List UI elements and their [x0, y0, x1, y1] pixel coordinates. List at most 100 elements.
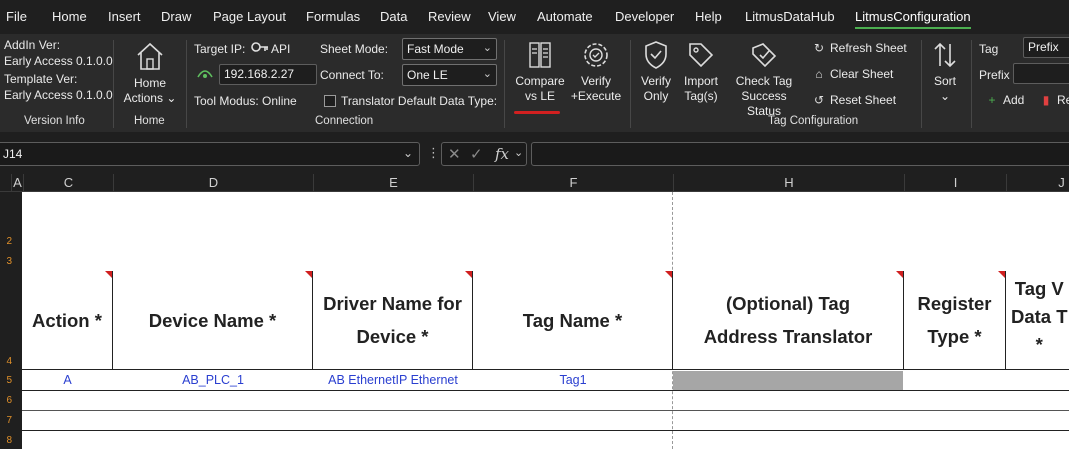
cell-driver-name[interactable]: AB EthernetIP Ethernet	[313, 371, 473, 390]
menu-view[interactable]: View	[488, 9, 516, 24]
template-version-value: Early Access 0.1.0.0	[4, 88, 113, 102]
row-number[interactable]: 6	[6, 395, 12, 406]
menu-review[interactable]: Review	[428, 9, 471, 24]
formula-input[interactable]	[531, 142, 1069, 166]
connect-to-dropdown[interactable]: One LE ⌄	[402, 64, 497, 86]
more-options-icon[interactable]: ⋮	[427, 145, 440, 161]
cell-address-translator[interactable]	[673, 371, 903, 390]
header-tagv-line1: Tag V	[1014, 278, 1064, 299]
header-register-type[interactable]: Register Type *	[904, 271, 1006, 370]
import-tags-line2: Tag(s)	[684, 89, 718, 103]
addin-version-label: AddIn Ver:	[4, 38, 61, 52]
menu-file[interactable]: File	[6, 9, 27, 24]
header-tag-value-data-type[interactable]: Tag V Data T *	[1006, 271, 1069, 370]
chevron-down-icon: ⌄	[402, 146, 413, 160]
cell-device-name[interactable]: AB_PLC_1	[113, 371, 313, 390]
compare-underline	[514, 111, 560, 114]
group-label-connection: Connection	[315, 115, 374, 127]
function-icon[interactable]: fx	[495, 145, 509, 163]
translator-default-checkbox[interactable]	[324, 95, 336, 107]
ribbon-separator	[971, 40, 972, 128]
header-device-name-text: Device Name *	[148, 309, 277, 331]
header-address-translator[interactable]: (Optional) Tag Address Translator	[673, 271, 904, 370]
check-tag-success-button[interactable]: Check Tag Success Status	[724, 40, 804, 119]
menu-page-layout[interactable]: Page Layout	[213, 9, 286, 24]
cell-tag-name[interactable]: Tag1	[473, 371, 673, 390]
verify-execute-line1: Verify	[580, 74, 611, 88]
key-icon	[251, 40, 269, 57]
menu-litmus-configuration[interactable]: LitmusConfiguration	[855, 9, 971, 29]
column-header-i[interactable]: I	[904, 174, 1006, 192]
import-tags-button[interactable]: Import Tag(s)	[678, 40, 724, 104]
name-box[interactable]: J14 ⌄	[0, 142, 420, 166]
target-ip-input[interactable]: 192.168.2.27	[219, 64, 317, 85]
compare-icon	[529, 42, 551, 68]
menu-home[interactable]: Home	[52, 9, 87, 24]
row-number[interactable]: 2	[6, 236, 12, 247]
cell-action[interactable]: A	[22, 371, 113, 390]
check-icon[interactable]: ✓	[470, 145, 483, 163]
column-header-e[interactable]: E	[313, 174, 473, 192]
verify-execute-line2: +Execute	[570, 89, 622, 103]
verify-only-button[interactable]: Verify Only	[634, 40, 678, 104]
row-divider	[22, 390, 1069, 391]
verify-execute-button[interactable]: Verify +Execute	[568, 40, 624, 104]
cancel-icon[interactable]: ✕	[448, 145, 461, 163]
reset-sheet-button[interactable]: ↺ Reset Sheet	[812, 93, 896, 107]
row-number[interactable]: 5	[6, 375, 12, 386]
connect-to-value: One LE	[407, 68, 448, 82]
trash-icon: ▮	[1042, 93, 1050, 107]
row-number[interactable]: 4	[6, 356, 12, 367]
chevron-down-icon: ⌄	[482, 42, 492, 54]
home-actions-button[interactable]: Home Actions ⌄	[120, 40, 180, 106]
comment-indicator	[665, 271, 672, 278]
target-ip-label: Target IP:	[194, 42, 246, 56]
header-action[interactable]: Action *	[22, 271, 113, 370]
row-number[interactable]: 8	[6, 435, 12, 446]
refresh-sheet-button[interactable]: ↻ Refresh Sheet	[812, 41, 907, 55]
menu-litmus-data-hub[interactable]: LitmusDataHub	[745, 9, 835, 24]
header-tag-name[interactable]: Tag Name *	[473, 271, 673, 370]
refresh-sheet-label: Refresh Sheet	[830, 41, 907, 55]
sort-button[interactable]: Sort ⌄	[925, 40, 965, 104]
check-tag-line1: Check Tag	[735, 74, 793, 88]
menu-help[interactable]: Help	[695, 9, 722, 24]
sheet-mode-dropdown[interactable]: Fast Mode ⌄	[402, 38, 497, 60]
chevron-down-icon[interactable]: ⌄	[514, 146, 523, 159]
header-tag-name-text: Tag Name *	[522, 309, 623, 331]
sheet-mode-value: Fast Mode	[407, 42, 464, 56]
compare-vs-le-button[interactable]: Compare vs LE	[510, 40, 570, 104]
tag-prefix-dropdown[interactable]: Prefix	[1023, 37, 1069, 58]
column-header-h[interactable]: H	[673, 174, 904, 192]
menu-draw[interactable]: Draw	[161, 9, 191, 24]
clear-sheet-label: Clear Sheet	[830, 67, 894, 81]
column-header-c[interactable]: C	[23, 174, 113, 192]
ribbon: AddIn Ver: Early Access 0.1.0.0 Template…	[0, 34, 1069, 132]
row-number[interactable]: 7	[6, 415, 12, 426]
ribbon-separator	[113, 40, 114, 128]
header-driver-name[interactable]: Driver Name for Device *	[313, 271, 473, 370]
connect-to-label: Connect To:	[320, 68, 384, 82]
comment-indicator	[896, 271, 903, 278]
ribbon-separator	[504, 40, 505, 128]
group-label-version-info: Version Info	[24, 115, 85, 127]
menu-automate[interactable]: Automate	[537, 9, 593, 24]
tag-label: Tag	[979, 42, 999, 56]
add-button[interactable]: + Add	[985, 93, 1024, 107]
column-header-j[interactable]: J	[1006, 174, 1069, 192]
clear-sheet-button[interactable]: ⌂ Clear Sheet	[812, 67, 893, 81]
prefix-input[interactable]	[1013, 63, 1069, 84]
sheet-mode-label: Sheet Mode:	[320, 42, 389, 56]
header-device-name[interactable]: Device Name *	[113, 271, 313, 370]
row-number[interactable]: 3	[6, 256, 12, 267]
tag-check-icon	[752, 43, 777, 68]
column-header-a[interactable]: A	[11, 174, 23, 192]
menu-insert[interactable]: Insert	[108, 9, 141, 24]
menu-formulas[interactable]: Formulas	[306, 9, 360, 24]
column-header-f[interactable]: F	[473, 174, 673, 192]
remove-button[interactable]: ▮ Re	[1039, 93, 1069, 107]
column-header-d[interactable]: D	[113, 174, 313, 192]
menu-data[interactable]: Data	[380, 9, 407, 24]
menu-developer[interactable]: Developer	[615, 9, 674, 24]
chevron-down-icon: ⌄	[482, 68, 492, 80]
